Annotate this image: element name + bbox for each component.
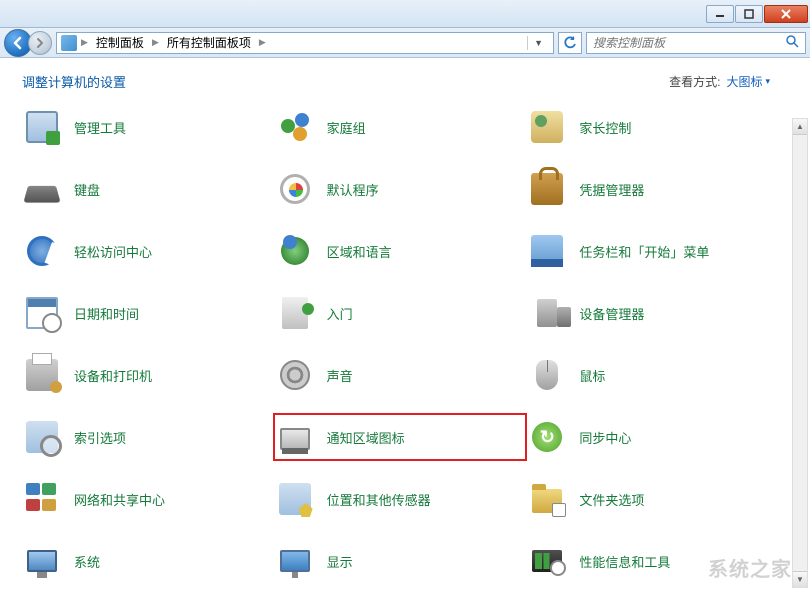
cpl-item-label: 管理工具 bbox=[74, 118, 126, 137]
cpl-item-label: 默认程序 bbox=[327, 180, 379, 199]
cpl-item-label: 性能信息和工具 bbox=[579, 552, 670, 571]
refresh-button[interactable] bbox=[558, 32, 582, 54]
breadcrumb-sep-icon: ▶ bbox=[259, 37, 266, 48]
cpl-item-label: 轻松访问中心 bbox=[74, 242, 152, 261]
maximize-button[interactable] bbox=[735, 5, 763, 23]
search-box[interactable] bbox=[586, 32, 806, 54]
view-by: 查看方式: 大图标 bbox=[669, 73, 770, 90]
folder-options-icon bbox=[529, 481, 565, 517]
page-heading: 调整计算机的设置 bbox=[22, 72, 126, 91]
cpl-item-label: 区域和语言 bbox=[327, 242, 392, 261]
cpl-item-getting-started[interactable]: 入门 bbox=[275, 293, 518, 333]
cpl-item-label: 通知区域图标 bbox=[327, 428, 405, 447]
cpl-item-label: 任务栏和「开始」菜单 bbox=[579, 242, 709, 261]
minimize-button[interactable] bbox=[706, 5, 734, 23]
cpl-item-notification-area-icons[interactable]: 通知区域图标 bbox=[273, 413, 528, 461]
display-icon bbox=[277, 543, 313, 579]
cpl-item-ease-of-access[interactable]: 轻松访问中心 bbox=[22, 231, 265, 271]
search-icon[interactable] bbox=[785, 34, 799, 51]
cpl-item-performance-info[interactable]: 性能信息和工具 bbox=[527, 541, 770, 581]
cpl-item-credential-manager[interactable]: 凭据管理器 bbox=[527, 169, 770, 209]
address-bar-row: ▶ 控制面板 ▶ 所有控制面板项 ▶ ▼ bbox=[0, 28, 810, 58]
cpl-item-label: 设备和打印机 bbox=[74, 366, 152, 385]
cpl-item-label: 家庭组 bbox=[327, 118, 366, 137]
cpl-item-keyboard[interactable]: 键盘 bbox=[22, 169, 265, 209]
cpl-item-device-manager[interactable]: 设备管理器 bbox=[527, 293, 770, 333]
breadcrumb-control-panel[interactable]: 控制面板 bbox=[92, 32, 148, 53]
device-manager-icon bbox=[529, 295, 565, 331]
vertical-scrollbar[interactable]: ▲ ▼ bbox=[792, 118, 808, 588]
default-programs-icon bbox=[277, 171, 313, 207]
cpl-item-label: 入门 bbox=[327, 304, 353, 323]
control-panel-icon bbox=[61, 35, 77, 51]
cpl-item-label: 凭据管理器 bbox=[579, 180, 644, 199]
sound-icon bbox=[277, 357, 313, 393]
cpl-item-parental-controls[interactable]: 家长控制 bbox=[527, 107, 770, 147]
date-time-icon bbox=[24, 295, 60, 331]
cpl-item-label: 系统 bbox=[74, 552, 100, 571]
close-button[interactable] bbox=[764, 5, 808, 23]
cpl-item-admin-tools[interactable]: 管理工具 bbox=[22, 107, 265, 147]
cpl-item-label: 声音 bbox=[327, 366, 353, 385]
cpl-item-mouse[interactable]: 鼠标 bbox=[527, 355, 770, 395]
cpl-item-label: 家长控制 bbox=[579, 118, 631, 137]
cpl-item-taskbar-startmenu[interactable]: 任务栏和「开始」菜单 bbox=[527, 231, 770, 271]
network-sharing-icon bbox=[24, 481, 60, 517]
cpl-item-sound[interactable]: 声音 bbox=[275, 355, 518, 395]
cpl-item-label: 位置和其他传感器 bbox=[327, 490, 431, 509]
breadcrumb-sep-icon: ▶ bbox=[81, 37, 88, 48]
cpl-item-label: 鼠标 bbox=[579, 366, 605, 385]
keyboard-icon bbox=[24, 171, 60, 207]
items-grid: 管理工具 家庭组 家长控制键盘 默认程序 凭据管理器轻松访问中心 区域和语言 任务栏和「开始… bbox=[22, 107, 770, 590]
cpl-item-sync-center[interactable]: 同步中心 bbox=[527, 417, 770, 457]
region-language-icon bbox=[277, 233, 313, 269]
credential-manager-icon bbox=[529, 171, 565, 207]
cpl-item-label: 键盘 bbox=[74, 180, 100, 199]
mouse-icon bbox=[529, 357, 565, 393]
content-area: 调整计算机的设置 查看方式: 大图标 管理工具 家庭组 家长控制键盘 默认程序 凭据管理… bbox=[0, 58, 810, 590]
performance-info-icon bbox=[529, 543, 565, 579]
address-dropdown-button[interactable]: ▼ bbox=[527, 36, 549, 50]
cpl-item-system[interactable]: 系统 bbox=[22, 541, 265, 581]
scroll-up-button[interactable]: ▲ bbox=[793, 119, 807, 135]
cpl-item-region-language[interactable]: 区域和语言 bbox=[275, 231, 518, 271]
cpl-item-display[interactable]: 显示 bbox=[275, 541, 518, 581]
cpl-item-date-time[interactable]: 日期和时间 bbox=[22, 293, 265, 333]
scroll-down-button[interactable]: ▼ bbox=[793, 571, 807, 587]
cpl-item-label: 显示 bbox=[327, 552, 353, 571]
view-by-label: 查看方式: bbox=[669, 73, 720, 90]
breadcrumb-all-items[interactable]: 所有控制面板项 bbox=[163, 32, 255, 53]
cpl-item-label: 同步中心 bbox=[579, 428, 631, 447]
cpl-item-network-sharing[interactable]: 网络和共享中心 bbox=[22, 479, 265, 519]
title-bar bbox=[0, 0, 810, 28]
cpl-item-indexing-options[interactable]: 索引选项 bbox=[22, 417, 265, 457]
cpl-item-label: 网络和共享中心 bbox=[74, 490, 165, 509]
admin-tools-icon bbox=[24, 109, 60, 145]
cpl-item-label: 设备管理器 bbox=[579, 304, 644, 323]
cpl-item-location-sensors[interactable]: 位置和其他传感器 bbox=[275, 479, 518, 519]
address-box[interactable]: ▶ 控制面板 ▶ 所有控制面板项 ▶ ▼ bbox=[56, 32, 554, 54]
search-input[interactable] bbox=[593, 36, 785, 50]
devices-printers-icon bbox=[24, 357, 60, 393]
homegroup-icon bbox=[277, 109, 313, 145]
sync-center-icon bbox=[529, 419, 565, 455]
getting-started-icon bbox=[277, 295, 313, 331]
system-icon bbox=[24, 543, 60, 579]
cpl-item-label: 文件夹选项 bbox=[579, 490, 644, 509]
notification-area-icons-icon bbox=[277, 419, 313, 455]
cpl-item-label: 日期和时间 bbox=[74, 304, 139, 323]
cpl-item-folder-options[interactable]: 文件夹选项 bbox=[527, 479, 770, 519]
indexing-options-icon bbox=[24, 419, 60, 455]
nav-forward-button[interactable] bbox=[28, 31, 52, 55]
location-sensors-icon bbox=[277, 481, 313, 517]
cpl-item-devices-printers[interactable]: 设备和打印机 bbox=[22, 355, 265, 395]
cpl-item-homegroup[interactable]: 家庭组 bbox=[275, 107, 518, 147]
cpl-item-label: 索引选项 bbox=[74, 428, 126, 447]
taskbar-startmenu-icon bbox=[529, 233, 565, 269]
cpl-item-default-programs[interactable]: 默认程序 bbox=[275, 169, 518, 209]
breadcrumb-sep-icon: ▶ bbox=[152, 37, 159, 48]
view-by-dropdown[interactable]: 大图标 bbox=[726, 73, 770, 90]
parental-controls-icon bbox=[529, 109, 565, 145]
ease-of-access-icon bbox=[24, 233, 60, 269]
